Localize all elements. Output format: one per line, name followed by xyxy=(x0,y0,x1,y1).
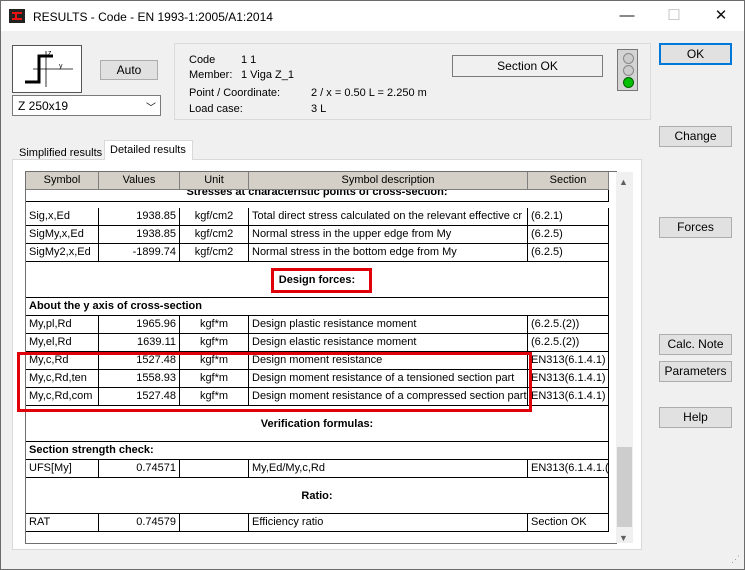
cell-symbol: RAT xyxy=(26,514,99,532)
scroll-down-icon[interactable]: ▼ xyxy=(619,533,628,543)
cell-section: EN313(6.1.4.1) xyxy=(528,352,609,370)
cell-unit: kgf*m xyxy=(180,316,249,334)
scrollbar-thumb[interactable] xyxy=(617,447,632,527)
profile-dropdown[interactable]: Z 250x19 ﹀ xyxy=(12,95,161,116)
cell-symbol: My,el,Rd xyxy=(26,334,99,352)
col-header-description[interactable]: Symbol description xyxy=(249,172,528,190)
member-value: 1 Viga Z_1 xyxy=(241,69,295,81)
section-heading-row: Stresses at characteristic points of cro… xyxy=(26,190,609,202)
cell-description: Efficiency ratio xyxy=(249,514,528,532)
forces-button[interactable]: Forces xyxy=(659,217,732,238)
parameters-button[interactable]: Parameters xyxy=(659,361,732,382)
cell-section: (6.2.5) xyxy=(528,226,609,244)
code-value: 1 1 xyxy=(241,54,257,66)
cell-unit: kgf/cm2 xyxy=(180,226,249,244)
point-label: Point / Coordinate: xyxy=(189,87,281,99)
app-logo-icon xyxy=(9,9,25,23)
section-status: Section OK xyxy=(452,55,603,77)
highlight-design-forces xyxy=(271,268,372,293)
ratio-heading: Ratio: xyxy=(26,478,609,514)
maximize-button[interactable]: ☐ xyxy=(651,1,697,31)
partial-heading: Stresses at characteristic points of cro… xyxy=(26,190,609,202)
status-light-icon xyxy=(617,49,638,91)
table-row[interactable]: RAT 0.74579 Efficiency ratio Section OK xyxy=(26,514,609,532)
cell-unit: kgf/cm2 xyxy=(180,208,249,226)
close-button[interactable]: ✕ xyxy=(698,1,744,31)
table-row[interactable]: UFS[My] 0.74571 My,Ed/My,c,Rd EN313(6.1.… xyxy=(26,460,609,478)
auto-button[interactable]: Auto xyxy=(100,60,158,80)
section-heading-row: Ratio: xyxy=(26,478,609,514)
cell-description: Total direct stress calculated on the re… xyxy=(249,208,528,226)
cell-value: 1965.96 xyxy=(99,316,180,334)
table-row[interactable]: My,pl,Rd 1965.96 kgf*m Design plastic re… xyxy=(26,316,609,334)
cell-description: Design plastic resistance moment xyxy=(249,316,528,334)
cell-unit xyxy=(180,514,249,532)
table-row[interactable]: My,el,Rd 1639.11 kgf*m Design elastic re… xyxy=(26,334,609,352)
y-axis-heading: About the y axis of cross-section xyxy=(26,298,609,316)
table-row[interactable]: Sig,x,Ed 1938.85 kgf/cm2 Total direct st… xyxy=(26,208,609,226)
resize-grip-icon[interactable]: ⋰ xyxy=(731,554,740,565)
cell-symbol: SigMy2,x,Ed xyxy=(26,244,99,262)
window-title: RESULTS - Code - EN 1993-1:2005/A1:2014 xyxy=(33,10,273,24)
cell-section: EN313(6.1.4.1.( xyxy=(528,460,609,478)
cell-description: Design elastic resistance moment xyxy=(249,334,528,352)
section-selector: y z Auto Z 250x19 ﹀ xyxy=(12,43,162,118)
col-header-section[interactable]: Section xyxy=(528,172,609,190)
table-row[interactable]: SigMy,x,Ed 1938.85 kgf/cm2 Normal stress… xyxy=(26,226,609,244)
cell-description: Normal stress in the bottom edge from My xyxy=(249,244,528,262)
cell-section: EN313(6.1.4.1) xyxy=(528,388,609,406)
cell-unit xyxy=(180,460,249,478)
scroll-up-icon[interactable]: ▲ xyxy=(619,177,628,187)
point-value: 2 / x = 0.50 L = 2.250 m xyxy=(311,87,427,99)
cell-symbol: SigMy,x,Ed xyxy=(26,226,99,244)
cell-unit: kgf*m xyxy=(180,334,249,352)
svg-text:y: y xyxy=(59,63,63,70)
results-window: RESULTS - Code - EN 1993-1:2005/A1:2014 … xyxy=(0,0,745,570)
help-button[interactable]: Help xyxy=(659,407,732,428)
group-heading-row: About the y axis of cross-section xyxy=(26,298,609,316)
profile-value: Z 250x19 xyxy=(18,99,69,113)
cell-description: Normal stress in the upper edge from My xyxy=(249,226,528,244)
section-preview-icon[interactable]: y z xyxy=(12,45,82,93)
load-case-value: 3 L xyxy=(311,103,327,115)
cell-section: (6.2.5.(2)) xyxy=(528,334,609,352)
change-button[interactable]: Change xyxy=(659,126,732,147)
col-header-unit[interactable]: Unit xyxy=(180,172,249,190)
light-green xyxy=(623,77,634,88)
col-header-values[interactable]: Values xyxy=(99,172,180,190)
strength-heading: Section strength check: xyxy=(26,442,609,460)
member-label: Member: xyxy=(189,69,233,81)
cell-symbol: UFS[My] xyxy=(26,460,99,478)
minimize-button[interactable]: — xyxy=(604,1,650,31)
group-heading-row: Section strength check: xyxy=(26,442,609,460)
cell-value: 1938.85 xyxy=(99,226,180,244)
cell-value: 1639.11 xyxy=(99,334,180,352)
cell-section: EN313(6.1.4.1) xyxy=(528,370,609,388)
cell-value: 0.74571 xyxy=(99,460,180,478)
cell-section: (6.2.5.(2)) xyxy=(528,316,609,334)
code-label: Code xyxy=(189,54,216,66)
load-case-label: Load case: xyxy=(189,103,243,115)
calc-note-button[interactable]: Calc. Note xyxy=(659,334,732,355)
svg-text:z: z xyxy=(48,50,52,57)
cell-symbol: My,pl,Rd xyxy=(26,316,99,334)
light-red xyxy=(623,53,634,64)
light-yellow xyxy=(623,65,634,76)
table-row[interactable]: SigMy2,x,Ed -1899.74 kgf/cm2 Normal stre… xyxy=(26,244,609,262)
tab-detailed-results[interactable]: Detailed results xyxy=(104,140,193,161)
ok-button[interactable]: OK xyxy=(659,43,732,65)
cell-unit: kgf/cm2 xyxy=(180,244,249,262)
col-header-symbol[interactable]: Symbol xyxy=(26,172,99,190)
cell-value: -1899.74 xyxy=(99,244,180,262)
cell-section: (6.2.5) xyxy=(528,244,609,262)
cell-section: (6.2.1) xyxy=(528,208,609,226)
cell-symbol: Sig,x,Ed xyxy=(26,208,99,226)
highlight-moment-rows xyxy=(17,352,532,412)
title-bar: RESULTS - Code - EN 1993-1:2005/A1:2014 … xyxy=(1,1,744,31)
cell-value: 0.74579 xyxy=(99,514,180,532)
cell-description: My,Ed/My,c,Rd xyxy=(249,460,528,478)
cell-value: 1938.85 xyxy=(99,208,180,226)
cell-section: Section OK xyxy=(528,514,609,532)
chevron-down-icon: ﹀ xyxy=(146,103,156,114)
